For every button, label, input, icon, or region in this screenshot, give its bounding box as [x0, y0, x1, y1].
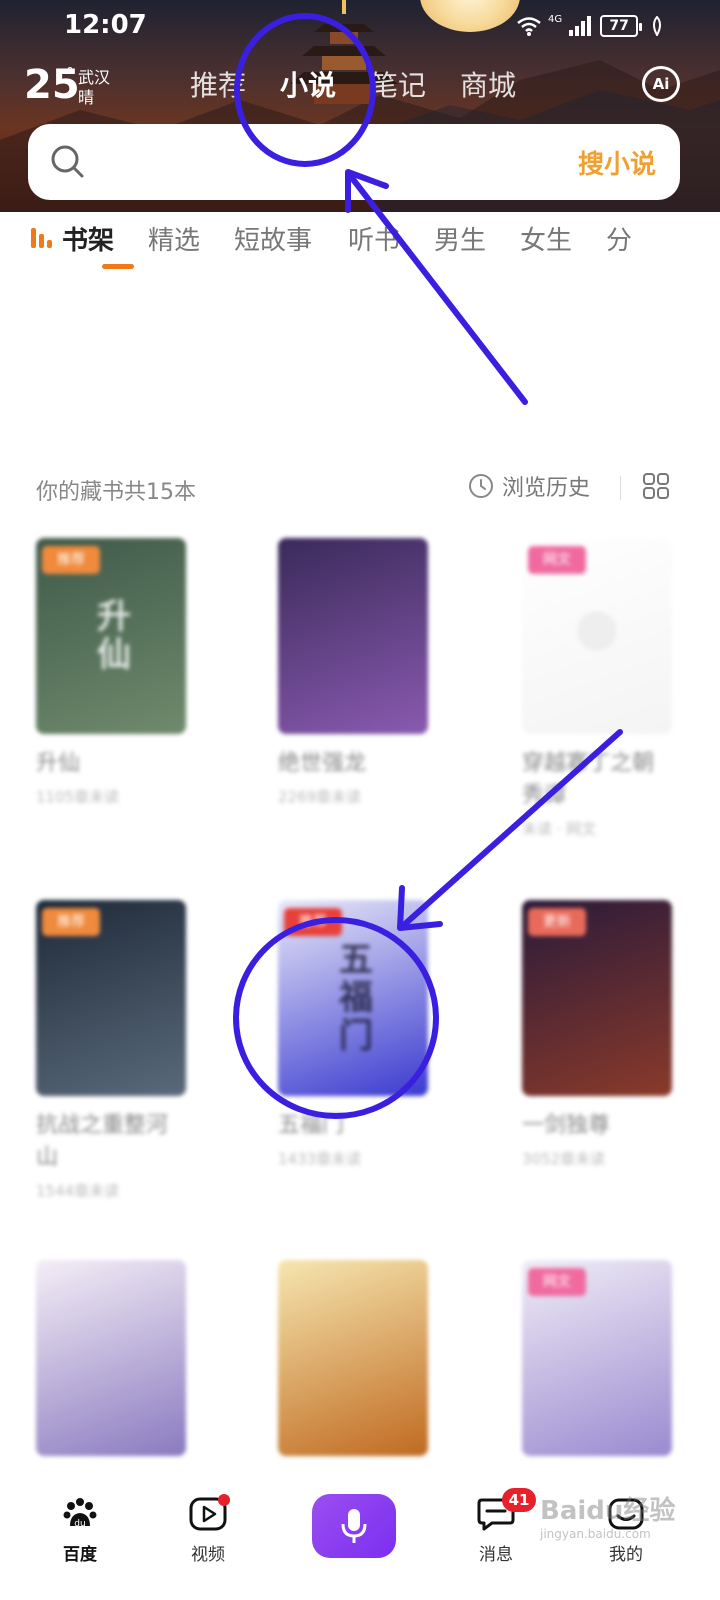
weather-condition: 晴: [78, 88, 95, 107]
book-title: 抗战之重整河山: [36, 1113, 169, 1170]
book-title: 升仙: [36, 751, 81, 776]
book-progress: 未读 · 网文: [522, 820, 597, 838]
tab-male[interactable]: 男生: [434, 220, 486, 257]
book-progress: 3052章未读: [522, 1150, 606, 1168]
book-badge: 推荐: [42, 908, 100, 936]
message-count-badge: 41: [502, 1488, 536, 1512]
nav-video[interactable]: 视频: [168, 1494, 248, 1565]
clock: 12:07: [64, 10, 147, 40]
voice-search-button[interactable]: [312, 1494, 396, 1558]
book-title: 绝世强龙: [278, 751, 367, 776]
book-title: 五福门: [278, 1113, 345, 1138]
grid-view-icon[interactable]: [642, 472, 670, 500]
top-tab-bar: 推荐 小说 笔记 商城: [190, 64, 550, 104]
svg-text:du: du: [74, 1519, 85, 1529]
tab-audiobooks[interactable]: 听书: [348, 220, 400, 257]
book-progress: 1433章未读: [278, 1150, 362, 1168]
tab-novel[interactable]: 小说: [280, 64, 370, 104]
baidu-jingyan-watermark: Baidu经验 jingyan.baidu.com: [540, 1490, 675, 1541]
header: 12:07 4G 77 25 ° 武汉 晴 推荐 小说 笔记 商城 Ai 搜小说: [0, 0, 720, 212]
divider: [620, 476, 621, 500]
wifi-icon: [517, 17, 541, 36]
microphone-icon: [341, 1509, 367, 1543]
book-progress: 1105章未读: [36, 788, 120, 806]
book-badge: 网文: [528, 1268, 586, 1296]
book-card[interactable]: 推荐 抗战之重整河山 1544章未读: [36, 900, 186, 1201]
nav-label-baidu: 百度: [63, 1545, 97, 1565]
search-icon: [51, 145, 84, 178]
book-progress: 1544章未读: [36, 1182, 120, 1200]
degree-symbol: °: [66, 64, 74, 83]
clock-icon: [469, 474, 493, 498]
book-cover: 网文: [522, 538, 672, 734]
book-badge: 推荐: [284, 908, 342, 936]
book-cover: 推荐: [36, 900, 186, 1096]
collection-count: 你的藏书共15本: [36, 480, 196, 505]
book-card[interactable]: [278, 1260, 428, 1456]
status-bar: 12:07 4G 77: [0, 0, 720, 56]
nav-label-messages: 消息: [479, 1545, 513, 1565]
status-icons: 4G 77: [516, 12, 664, 40]
tab-short-stories[interactable]: 短故事: [234, 220, 312, 257]
category-tab-bar: 书架 精选 短故事 听书 男生 女生 分: [30, 220, 720, 280]
bookshelf-bars-icon: [31, 228, 52, 248]
watermark-url: jingyan.baidu.com: [540, 1527, 651, 1541]
ai-assistant-button[interactable]: Ai: [642, 66, 680, 102]
book-cover: 网文: [522, 1260, 672, 1456]
nav-messages[interactable]: 41 消息: [456, 1488, 536, 1565]
book-badge: 更新: [528, 908, 586, 936]
active-tab-indicator: [102, 264, 134, 269]
nav-label-profile: 我的: [609, 1545, 643, 1565]
tab-bookshelf[interactable]: 书架: [62, 220, 114, 257]
watermark-text: Baidu经验: [540, 1496, 676, 1526]
book-card[interactable]: 网文 穿越寡丁之朝秀谭 未读 · 网文: [522, 538, 672, 839]
book-badge: 网文: [528, 546, 586, 574]
signal-icon: [569, 16, 592, 36]
tab-mall[interactable]: 商城: [460, 64, 550, 104]
network-type-label: 4G: [548, 13, 563, 25]
book-cover: [36, 1260, 186, 1456]
tab-recommend[interactable]: 推荐: [190, 64, 280, 104]
leaf-icon: [653, 16, 662, 36]
tab-featured[interactable]: 精选: [148, 220, 200, 257]
book-card[interactable]: 网文: [522, 1260, 672, 1456]
cover-title: [278, 538, 428, 734]
book-cover: 升仙 推荐: [36, 538, 186, 734]
book-card[interactable]: 升仙 推荐 升仙 1105章未读: [36, 538, 186, 807]
search-bar[interactable]: 搜小说: [28, 124, 680, 200]
browse-history-label: 浏览历史: [502, 476, 591, 501]
tab-categories[interactable]: 分: [606, 220, 632, 257]
search-input[interactable]: [98, 142, 558, 182]
book-progress: 2269章未读: [278, 788, 362, 806]
browse-history-button[interactable]: 浏览历史: [468, 470, 590, 502]
book-cover: [278, 1260, 428, 1456]
notification-dot: [218, 1494, 230, 1506]
book-title: 一剑独尊: [522, 1113, 611, 1138]
book-title: 穿越寡丁之朝秀谭: [522, 751, 655, 808]
book-cover: [278, 538, 428, 734]
battery-icon: 77: [600, 15, 643, 37]
book-cover: 五福门 推荐: [278, 900, 428, 1096]
search-novel-button[interactable]: 搜小说: [578, 144, 656, 181]
baidu-paw-icon: du: [63, 1498, 97, 1529]
book-card[interactable]: 更新 一剑独尊 3052章未读: [522, 900, 672, 1169]
book-cover: 更新: [522, 900, 672, 1096]
book-card[interactable]: [36, 1260, 186, 1456]
book-card[interactable]: 绝世强龙 2269章未读: [278, 538, 428, 807]
placeholder-cover-icon: [577, 611, 617, 651]
nav-baidu[interactable]: du 百度: [40, 1496, 120, 1565]
nav-label-video: 视频: [191, 1545, 225, 1565]
book-badge: 推荐: [42, 546, 100, 574]
tab-female[interactable]: 女生: [520, 220, 572, 257]
tab-fade-overlay: [630, 220, 720, 270]
book-card[interactable]: 五福门 推荐 五福门 1433章未读: [278, 900, 428, 1169]
tab-notes[interactable]: 笔记: [370, 64, 460, 104]
